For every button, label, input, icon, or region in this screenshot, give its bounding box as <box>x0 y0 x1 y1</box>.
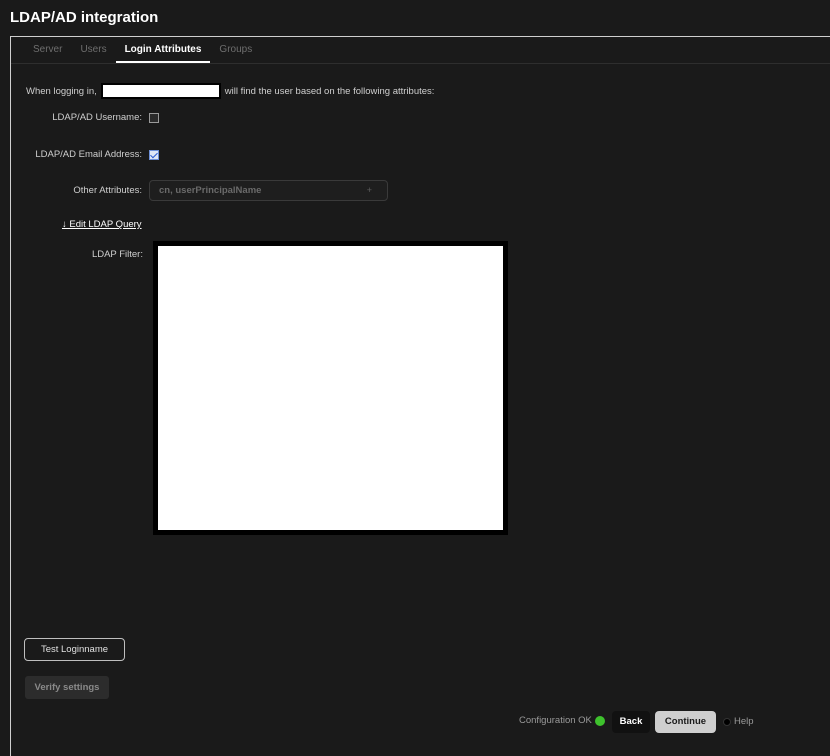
tab-divider <box>11 63 830 64</box>
verify-settings-button[interactable]: Verify settings <box>25 676 109 699</box>
email-label: LDAP/AD Email Address: <box>35 149 142 160</box>
other-attributes-value: cn, userPrincipalName <box>159 185 262 196</box>
status-text: Configuration OK <box>519 715 592 726</box>
back-button[interactable]: Back <box>612 711 650 733</box>
settings-panel: Server Users Login Attributes Groups Whe… <box>10 36 830 756</box>
ldap-filter-textarea[interactable] <box>153 241 508 535</box>
help-link[interactable]: Help <box>720 716 754 727</box>
edit-ldap-query-link[interactable]: ↓ Edit LDAP Query <box>62 219 142 230</box>
window-title: LDAP/AD integration <box>10 9 159 26</box>
redacted-product-name <box>100 83 221 99</box>
other-attributes-input[interactable]: cn, userPrincipalName + <box>149 180 388 201</box>
tab-users[interactable]: Users <box>71 37 115 63</box>
help-icon <box>723 717 731 726</box>
help-label: Help <box>734 716 754 727</box>
tab-bar: Server Users Login Attributes Groups <box>24 37 261 63</box>
tab-groups[interactable]: Groups <box>210 37 261 63</box>
add-attribute-icon[interactable]: + <box>367 181 372 200</box>
intro-prefix: When logging in, <box>26 85 97 97</box>
tab-login-attributes[interactable]: Login Attributes <box>115 37 211 63</box>
tab-server[interactable]: Server <box>24 37 71 63</box>
continue-button[interactable]: Continue <box>655 711 716 733</box>
username-label: LDAP/AD Username: <box>52 112 142 123</box>
email-checkbox[interactable] <box>149 150 159 160</box>
intro-suffix: will find the user based on the followin… <box>224 85 435 97</box>
username-checkbox[interactable] <box>149 113 159 123</box>
status-ok-icon <box>594 715 605 726</box>
intro-text: When logging in, will find the user base… <box>26 83 434 99</box>
ldap-filter-label: LDAP Filter: <box>91 249 143 260</box>
configuration-status: Configuration OK <box>519 715 605 726</box>
other-attributes-label: Other Attributes: <box>73 185 142 196</box>
test-loginname-button[interactable]: Test Loginname <box>24 638 125 661</box>
